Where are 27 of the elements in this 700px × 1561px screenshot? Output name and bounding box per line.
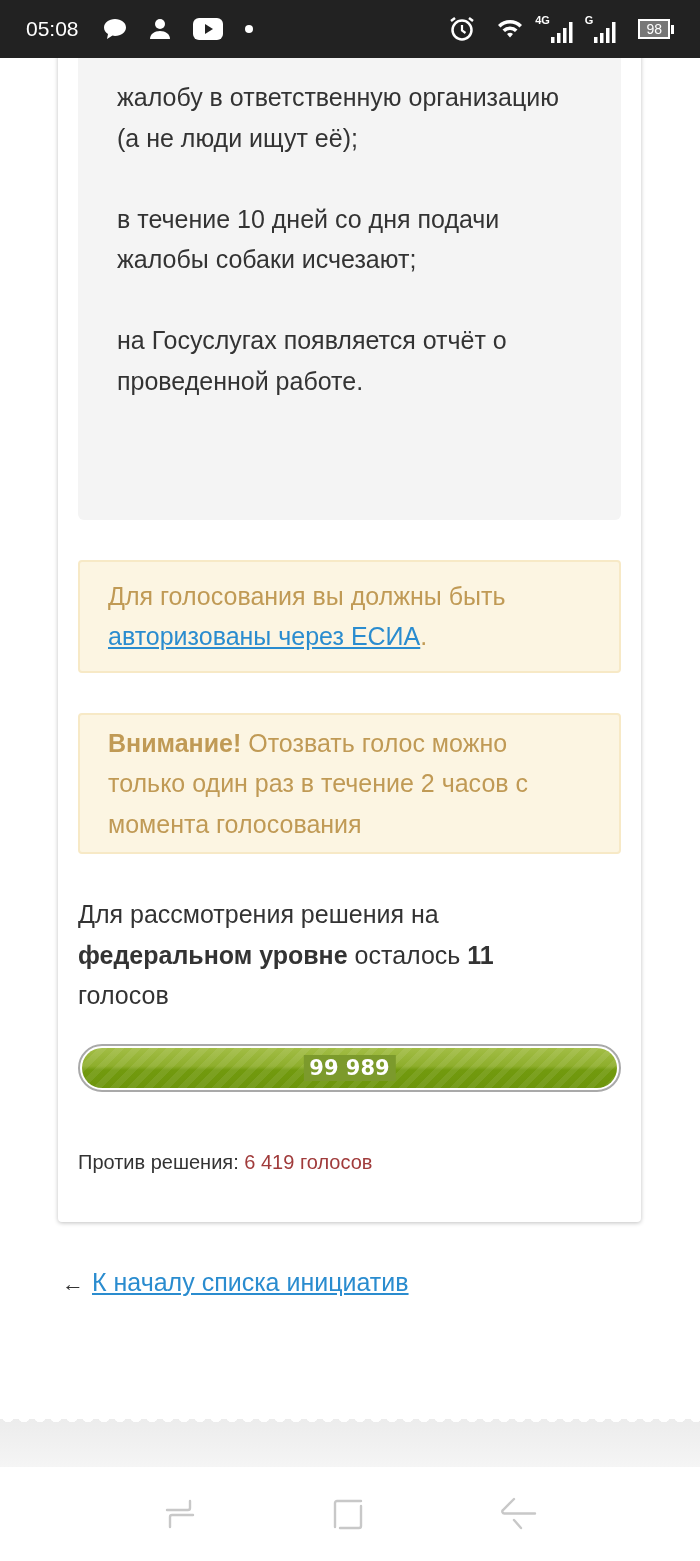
auth-notice-text: Для голосования вы должны быть авторизованы через ЕСИА.: [108, 580, 507, 652]
against-count: 6 419 голосов: [244, 1150, 373, 1173]
battery-percent: 98: [638, 19, 670, 39]
network-type-label: 4G: [535, 15, 550, 26]
against-label: Против решения:: [78, 1150, 239, 1173]
home-icon[interactable]: [331, 1498, 364, 1530]
esia-login-link[interactable]: авторизованы через ЕСИА: [108, 622, 421, 650]
wifi-icon: [497, 19, 524, 39]
left-arrow-text: ←: [62, 1270, 84, 1297]
votes-remaining-text: Для рассмотрения решения на федеральном уровне осталось 11 голосов: [78, 899, 495, 1011]
status-time: 05:08: [26, 17, 79, 41]
description-paragraph: на Госуслугах появляется отчёт о проведенной работе.: [117, 325, 508, 397]
dot-icon: [244, 25, 253, 33]
vote-count-label: 99 989: [303, 1054, 396, 1081]
recents-icon[interactable]: [164, 1498, 196, 1530]
description-paragraph: жалобу в ответственную организацию (а не люди ищут её);: [117, 82, 560, 154]
person-icon: [148, 18, 171, 40]
signal-icon: [550, 21, 573, 43]
back-icon[interactable]: [499, 1497, 537, 1531]
chat-bubble-icon: [102, 18, 127, 40]
warning-text: Внимание! Отозвать голос можно только один раз в течение 2 часов с момента голосования: [108, 727, 529, 840]
network-type-label: G: [584, 15, 594, 26]
play-button-icon: [192, 18, 223, 40]
alarm-clock-icon: [449, 16, 476, 42]
back-to-list-link[interactable]: К началу списка инициатив: [92, 1267, 409, 1297]
signal-icon: [594, 21, 617, 43]
description-paragraph: в течение 10 дней со дня подачи жалобы собаки исчезают;: [117, 203, 501, 275]
